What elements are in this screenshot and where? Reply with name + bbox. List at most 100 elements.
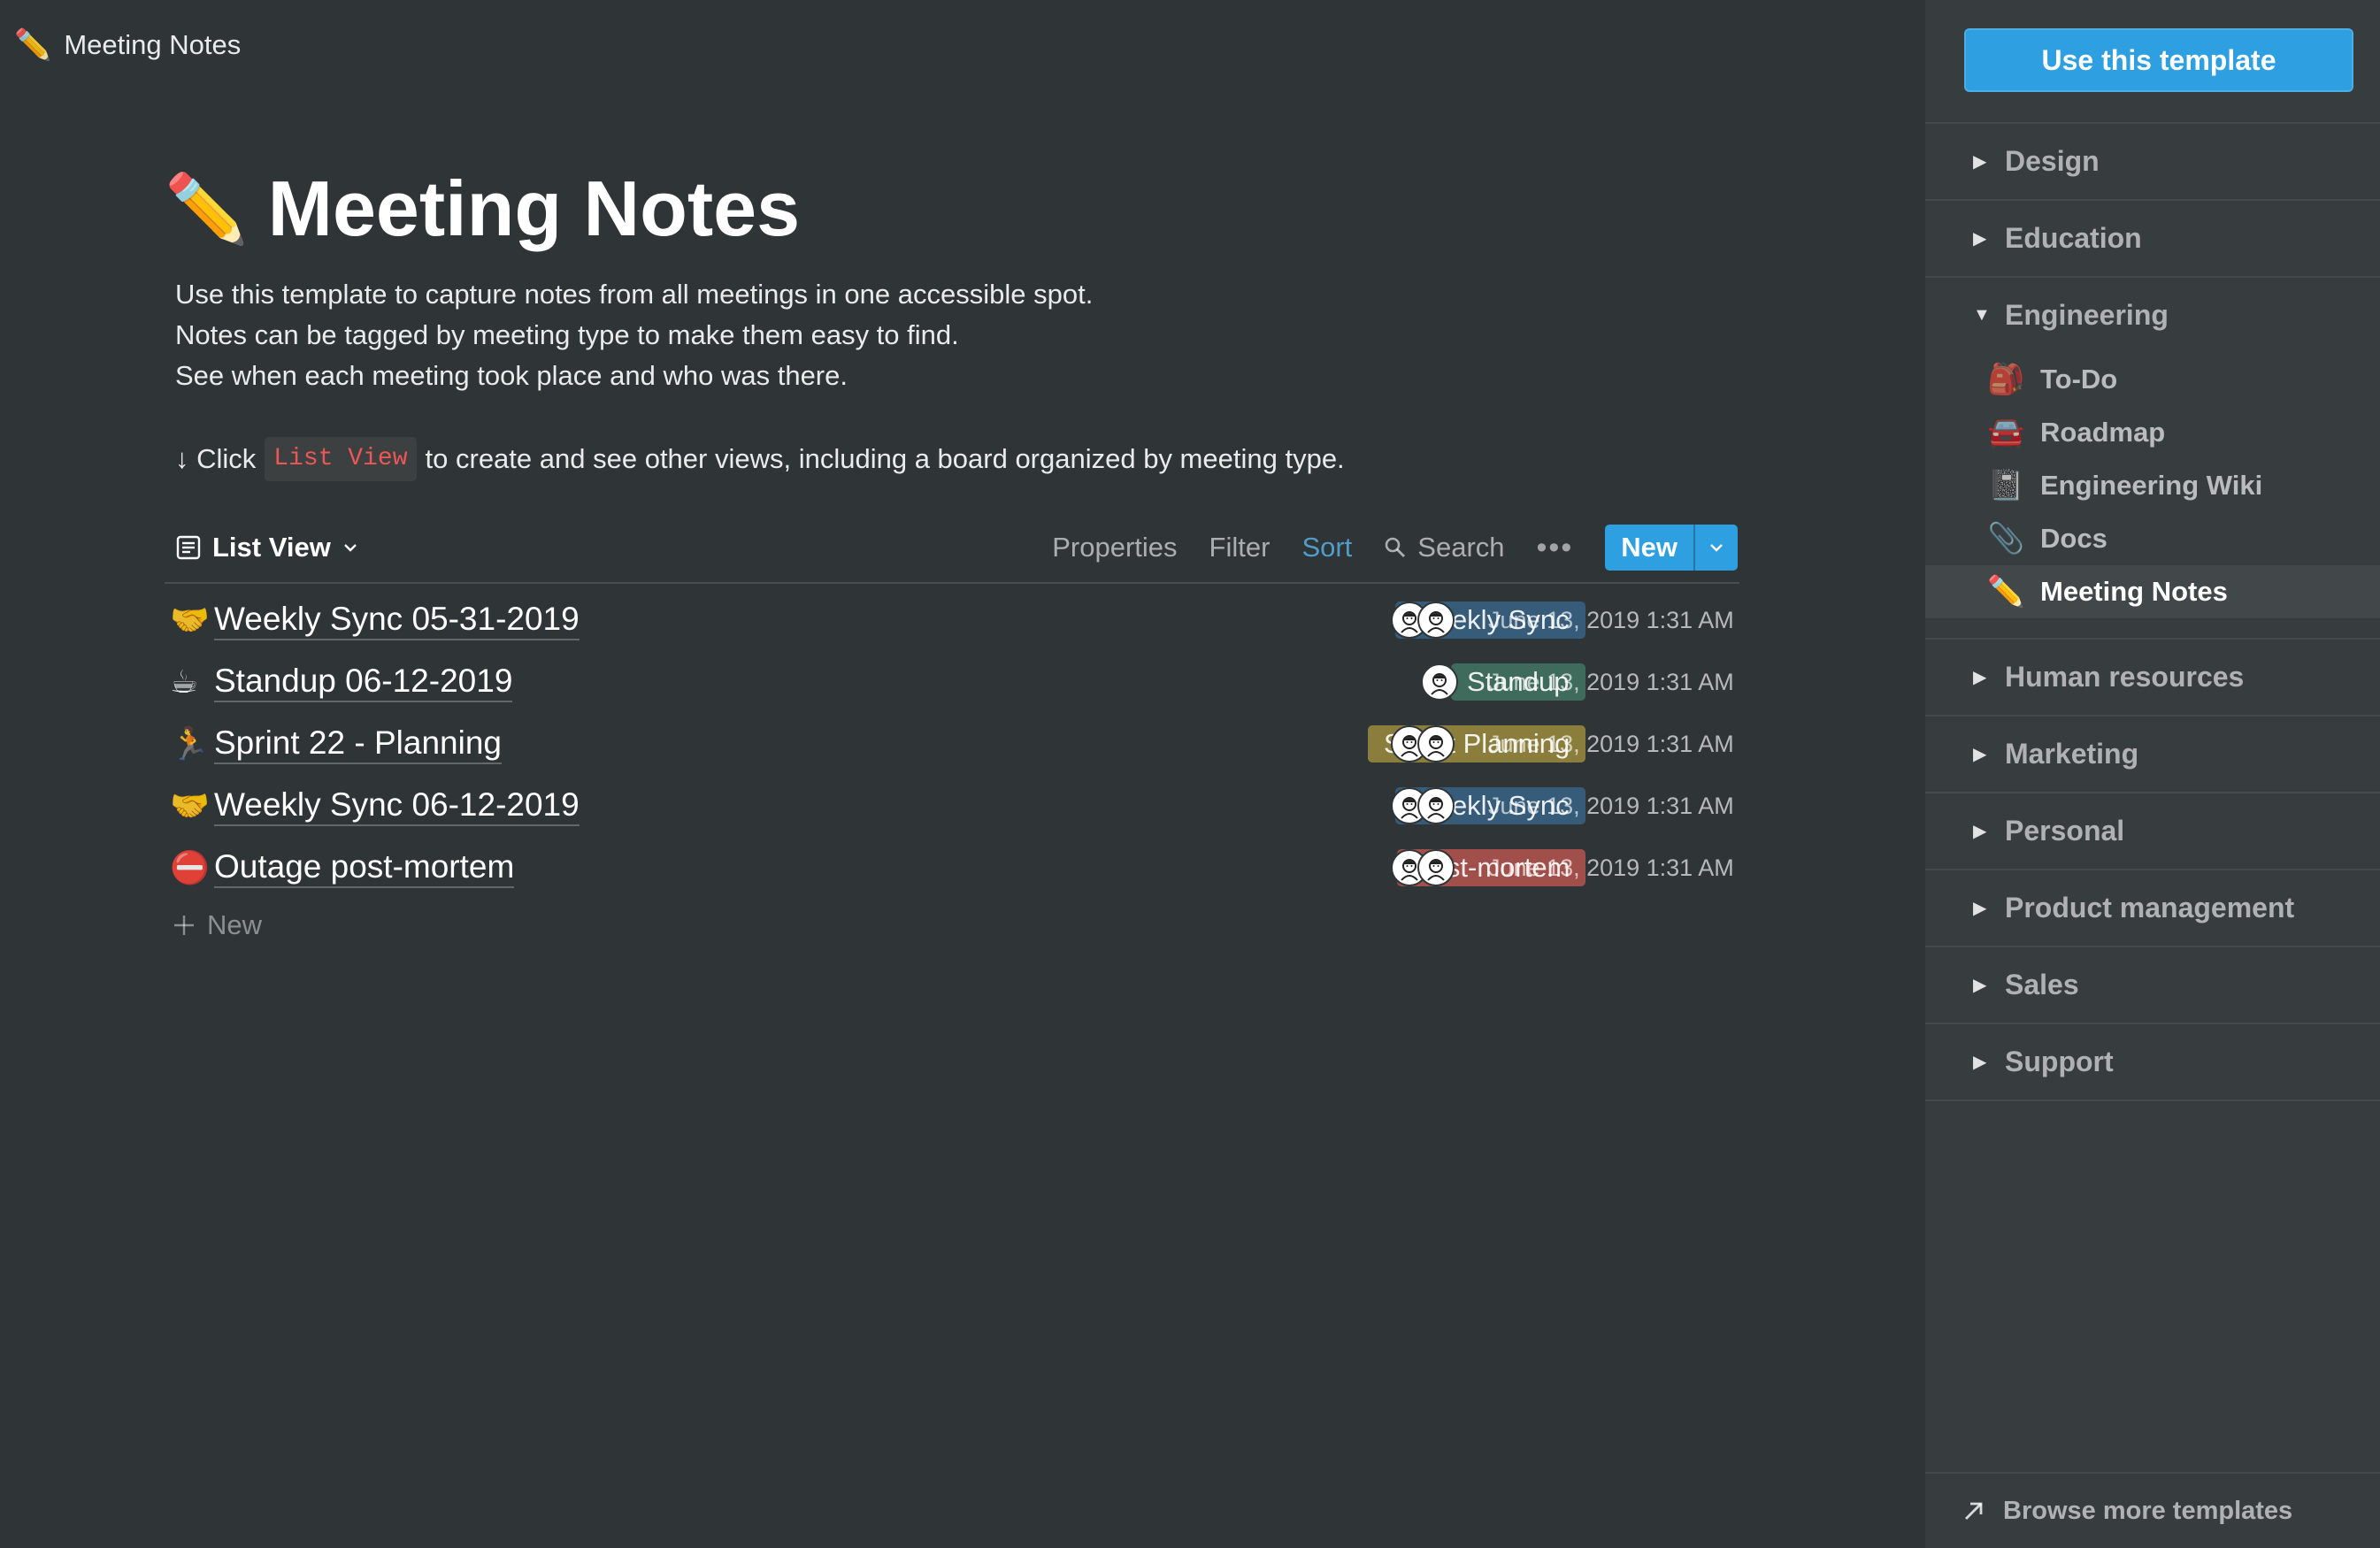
row-emoji-icon: 🤝 [170, 602, 210, 638]
list-item[interactable]: 🏃 Sprint 22 - Planning Sprint Planning June… [165, 713, 1739, 775]
hint-click: Click [196, 443, 257, 474]
attendees [1391, 725, 1455, 763]
row-emoji-icon: ⛔ [170, 849, 210, 885]
template-item[interactable]: 📓 Engineering Wiki [1925, 459, 2380, 512]
triangle-right-icon: ▶ [1973, 745, 1987, 764]
category-toggle[interactable]: ▶ Education [1925, 199, 2380, 276]
category-toggle[interactable]: ▶ Sales [1925, 946, 2380, 1023]
template-label: Docs [2040, 523, 2107, 554]
pencil-icon: ✏️ [165, 172, 249, 247]
page-title: ✏️ Meeting Notes [165, 156, 1739, 262]
category-label: Marketing [2005, 738, 2139, 770]
category-toggle[interactable]: ▶ Personal [1925, 792, 2380, 869]
row-date: June 13, 2019 1:31 AM [1488, 606, 1734, 633]
category-label: Engineering [2005, 299, 2169, 331]
more-icon[interactable]: ••• [1537, 531, 1574, 565]
attendees [1391, 602, 1455, 639]
inline-code: List View [265, 437, 417, 481]
list-rows: 🤝 Weekly Sync 05-31-2019 Weekly Sync June 1… [165, 589, 1739, 952]
row-date: June 13, 2019 1:31 AM [1488, 668, 1734, 695]
template-item[interactable]: 🚘 Roadmap [1925, 406, 2380, 459]
view-selector[interactable]: List View [165, 532, 359, 563]
page-title-text: Meeting Notes [267, 165, 801, 252]
triangle-right-icon: ▶ [1973, 976, 1987, 995]
search-button[interactable]: Search [1384, 532, 1505, 563]
triangle-down-icon: ▼ [1973, 305, 1991, 325]
chevron-down-icon [343, 544, 357, 552]
new-row-label: New [207, 909, 263, 940]
row-title[interactable]: Weekly Sync 05-31-2019 [214, 600, 580, 640]
triangle-right-icon: ▶ [1973, 152, 1987, 172]
avatar [1417, 602, 1455, 639]
attendees [1391, 787, 1455, 824]
avatar [1417, 849, 1455, 886]
category-toggle[interactable]: ▼ Engineering [1925, 276, 2380, 353]
template-label: To-Do [2040, 364, 2118, 395]
category-toggle[interactable]: ▶ Design [1925, 122, 2380, 199]
properties-button[interactable]: Properties [1052, 532, 1177, 563]
row-emoji-icon: 🏃 [170, 725, 210, 762]
row-title[interactable]: Weekly Sync 06-12-2019 [214, 785, 580, 826]
list-item[interactable]: 🤝 Weekly Sync 05-31-2019 Weekly Sync June 1… [165, 589, 1739, 651]
hint-rest: to create and see other views, including… [425, 443, 1345, 474]
triangle-right-icon: ▶ [1973, 1053, 1987, 1072]
browse-templates-link[interactable]: Browse more templates [1925, 1472, 2380, 1548]
search-icon [1385, 537, 1406, 557]
use-template-button[interactable]: Use this template [1964, 28, 2353, 92]
row-emoji-icon: ☕ [170, 663, 199, 700]
row-title[interactable]: Outage post-mortem [214, 847, 515, 888]
triangle-right-icon: ▶ [1973, 899, 1987, 918]
category-label: Sales [2005, 969, 2079, 1000]
template-emoji-icon: ✏️ [1987, 575, 2025, 609]
page-description: Use this template to capture notes from … [165, 274, 1739, 437]
row-date: June 13, 2019 1:31 AM [1488, 730, 1734, 757]
page-content: ✏️ Meeting Notes Use this template to ca… [165, 156, 1739, 940]
template-item[interactable]: 🎒 To-Do [1925, 353, 2380, 406]
main-pane: ✏️ Meeting Notes ✏️ Meeting Notes Use th… [0, 0, 1925, 1548]
category-label: Product management [2005, 892, 2295, 923]
list-item[interactable]: ☕ Standup 06-12-2019 Standup June 13, 2019 … [165, 651, 1739, 713]
database-toolbar: List View Properties Filter Sort Search … [165, 513, 1739, 584]
category-toggle[interactable]: ▶ Marketing [1925, 715, 2380, 792]
arrow-up-right-icon [1965, 1502, 1983, 1520]
category-toggle[interactable]: ▶ Human resources [1925, 638, 2380, 715]
add-new-row-button[interactable]: New [165, 899, 1739, 952]
avatar [1417, 787, 1455, 824]
filter-button[interactable]: Filter [1209, 532, 1271, 563]
template-emoji-icon: 📎 [1987, 522, 2025, 556]
template-item[interactable]: 📎 Docs [1925, 512, 2380, 565]
desc-line: Use this template to capture notes from … [175, 279, 1094, 310]
view-hint: ↓ Click List View to create and see othe… [165, 437, 1739, 481]
row-title[interactable]: Standup 06-12-2019 [214, 662, 513, 702]
category-toggle[interactable]: ▶ Support [1925, 1023, 2380, 1100]
template-label: Meeting Notes [2040, 576, 2228, 607]
template-sidebar: Use this template ▶ Design ▶ Education ▼ Engi… [1925, 0, 2380, 1548]
triangle-right-icon: ▶ [1973, 229, 1987, 249]
attendees [1391, 849, 1455, 886]
category-label: Personal [2005, 815, 2125, 847]
avatar [1417, 725, 1455, 763]
breadcrumb[interactable]: ✏️ Meeting Notes [14, 23, 241, 67]
new-dropdown-button[interactable] [1693, 525, 1738, 571]
search-label: Search [1417, 532, 1505, 563]
category-label: Design [2005, 145, 2100, 177]
list-view-icon [176, 535, 201, 560]
category-toggle[interactable]: ▶ Product management [1925, 869, 2380, 946]
sort-button[interactable]: Sort [1301, 532, 1352, 563]
template-label: Engineering Wiki [2040, 470, 2263, 501]
category-label: Human resources [2005, 661, 2245, 693]
attendees [1421, 663, 1458, 701]
new-button[interactable]: New [1605, 525, 1693, 571]
browse-label: Browse more templates [2003, 1496, 2293, 1525]
template-categories: ▶ Design ▶ Education ▼ Engineering 🎒 To-Do 🚘 Road… [1925, 122, 2380, 1101]
list-item[interactable]: ⛔ Outage post-mortem Post-mortem June 13, 2… [165, 837, 1739, 899]
template-emoji-icon: 📓 [1987, 469, 2025, 502]
row-title[interactable]: Sprint 22 - Planning [214, 724, 502, 764]
arrow-down-icon: ↓ [175, 443, 189, 474]
list-item[interactable]: 🤝 Weekly Sync 06-12-2019 Weekly Sync June 1… [165, 775, 1739, 837]
template-emoji-icon: 🚘 [1987, 416, 2025, 449]
plus-icon [174, 916, 194, 935]
desc-line: See when each meeting took place and who… [175, 360, 848, 391]
avatar [1421, 663, 1458, 701]
template-item[interactable]: ✏️ Meeting Notes [1925, 565, 2380, 618]
